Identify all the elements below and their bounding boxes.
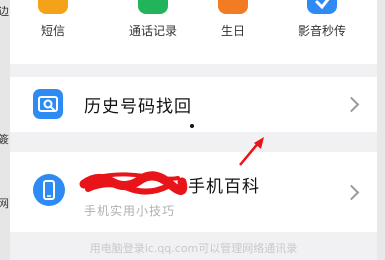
call-log-icon (138, 0, 168, 14)
call-log-button[interactable]: 通话记录 (113, 0, 193, 64)
media-transfer-label: 影音秒传 (297, 24, 346, 38)
red-scribble-mark (79, 171, 188, 195)
birthday-icon (218, 0, 248, 14)
background-text: 网 (0, 197, 9, 210)
sms-label: 短信 (40, 24, 65, 38)
birthday-button[interactable]: 生日 (193, 0, 273, 64)
row-title: 历史号码找回 (84, 97, 192, 117)
history-search-icon (33, 89, 63, 119)
background-text: 簽 (0, 133, 9, 146)
row-title: 手机百科 (188, 177, 260, 197)
row-subtitle: 手机实用小技巧 (84, 204, 176, 218)
bottom-sheet: 短信 通话记录 生日 影音秒传 历史号码找回 手机百科 手机实用小技巧 用电脑登… (10, 0, 377, 260)
sms-icon (38, 0, 68, 14)
phone-encyclopedia-row[interactable]: 手机百科 手机实用小技巧 (10, 152, 377, 232)
cursor-dot (190, 124, 194, 128)
background-text: 边 (0, 5, 9, 18)
chevron-right-icon (343, 184, 360, 201)
annotation-arrow-icon (239, 137, 264, 166)
background-right-strip (377, 0, 385, 260)
chevron-right-icon (343, 96, 360, 113)
quick-actions-grid: 短信 通话记录 生日 影音秒传 (10, 0, 377, 64)
background-left-strip: 边 簽 网 (0, 0, 10, 260)
footer-hint: 用电脑登录ic.qq.com可以管理网络通讯录 (89, 242, 298, 255)
media-transfer-icon (307, 0, 337, 14)
phone-icon (33, 174, 65, 206)
birthday-label: 生日 (220, 24, 245, 38)
sms-button[interactable]: 短信 (13, 0, 93, 64)
call-log-label: 通话记录 (128, 24, 177, 38)
media-transfer-button[interactable]: 影音秒传 (282, 0, 362, 64)
